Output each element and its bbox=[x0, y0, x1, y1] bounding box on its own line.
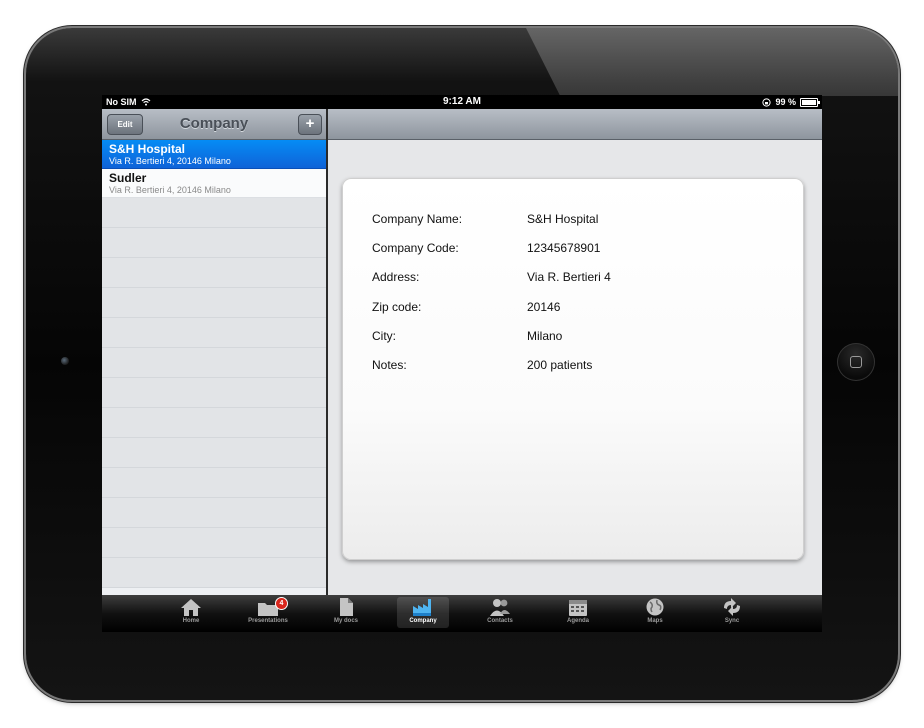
tab-my-docs[interactable]: My docs bbox=[320, 597, 372, 628]
field-label: Notes: bbox=[372, 358, 407, 372]
tab-sync[interactable]: Sync bbox=[706, 597, 758, 628]
company-name: Sudler bbox=[109, 171, 147, 185]
sync-icon bbox=[724, 598, 740, 616]
empty-row bbox=[102, 438, 326, 468]
company-list-pane: Edit Company + S&H Hospital Via R. Berti… bbox=[102, 109, 326, 595]
document-icon bbox=[340, 598, 353, 616]
tab-agenda[interactable]: Agenda bbox=[552, 597, 604, 628]
notification-badge: 4 bbox=[275, 597, 288, 610]
status-bar: No SIM 9:12 AM 99 % bbox=[102, 95, 822, 109]
company-detail-pane: Company Name: S&H Hospital Company Code:… bbox=[328, 109, 822, 595]
add-company-button[interactable]: + bbox=[298, 114, 322, 135]
master-navbar: Edit Company + bbox=[102, 109, 326, 140]
field-value: Milano bbox=[527, 329, 563, 343]
home-icon bbox=[181, 599, 201, 616]
field-value: S&H Hospital bbox=[527, 212, 599, 226]
empty-row bbox=[102, 378, 326, 408]
globe-icon bbox=[646, 598, 664, 616]
field-label: Company Name: bbox=[372, 212, 463, 226]
home-square-icon bbox=[850, 356, 862, 368]
list-item-company[interactable]: S&H Hospital Via R. Bertieri 4, 20146 Mi… bbox=[102, 140, 326, 169]
tab-contacts[interactable]: Contacts bbox=[474, 597, 526, 628]
empty-row bbox=[102, 468, 326, 498]
status-time: 9:12 AM bbox=[443, 96, 481, 107]
field-label: Company Code: bbox=[372, 241, 459, 255]
tab-label: Agenda bbox=[566, 618, 589, 624]
field-label: City: bbox=[372, 329, 396, 343]
factory-icon bbox=[413, 599, 431, 616]
tab-label: Maps bbox=[647, 618, 663, 624]
field-label: Address: bbox=[372, 270, 420, 284]
list-item-company[interactable]: Sudler Via R. Bertieri 4, 20146 Milano bbox=[102, 169, 326, 198]
company-name: S&H Hospital bbox=[109, 142, 186, 156]
tab-label: Company bbox=[409, 618, 437, 624]
camera bbox=[61, 357, 69, 365]
company-detail-card: Company Name: S&H Hospital Company Code:… bbox=[342, 178, 804, 560]
empty-row bbox=[102, 408, 326, 438]
battery-percentage: 99 % bbox=[775, 97, 796, 107]
empty-row bbox=[102, 528, 326, 558]
company-address: Via R. Bertieri 4, 20146 Milano bbox=[109, 156, 231, 166]
empty-row bbox=[102, 498, 326, 528]
home-button[interactable] bbox=[837, 343, 875, 381]
detail-navbar bbox=[328, 109, 822, 140]
tab-home[interactable]: Home bbox=[165, 597, 217, 628]
field-label: Zip code: bbox=[372, 300, 422, 314]
battery-icon bbox=[800, 97, 820, 107]
page-title: Company bbox=[179, 115, 249, 132]
empty-row bbox=[102, 288, 326, 318]
empty-row bbox=[102, 258, 326, 288]
calendar-icon bbox=[569, 600, 587, 616]
field-value: Via R. Bertieri 4 bbox=[527, 270, 611, 284]
field-value: 200 patients bbox=[527, 358, 593, 372]
rotation-lock-icon bbox=[762, 97, 772, 107]
tab-label: My docs bbox=[333, 618, 358, 624]
field-value: 12345678901 bbox=[527, 241, 601, 255]
tab-label: Home bbox=[182, 618, 200, 624]
screen-glare bbox=[526, 28, 898, 96]
contacts-icon bbox=[490, 599, 510, 616]
tab-presentations[interactable]: 4 Presentations bbox=[242, 597, 294, 628]
tab-label: Presentations bbox=[248, 618, 288, 624]
tab-maps[interactable]: Maps bbox=[629, 597, 681, 628]
tab-label: Contacts bbox=[487, 618, 513, 624]
screen: No SIM 9:12 AM 99 % Edit Company + S&H H bbox=[102, 95, 822, 632]
tab-company[interactable]: Company bbox=[397, 597, 449, 628]
empty-row bbox=[102, 558, 326, 588]
tab-bar: Home 4 Presentations My docs Company Con… bbox=[102, 595, 822, 632]
tab-label: Sync bbox=[724, 618, 740, 624]
empty-row bbox=[102, 318, 326, 348]
empty-row bbox=[102, 228, 326, 258]
company-list: S&H Hospital Via R. Bertieri 4, 20146 Mi… bbox=[102, 140, 326, 588]
empty-row bbox=[102, 198, 326, 228]
company-address: Via R. Bertieri 4, 20146 Milano bbox=[109, 185, 231, 195]
empty-row bbox=[102, 348, 326, 378]
field-value: 20146 bbox=[527, 300, 561, 314]
battery-fill bbox=[802, 99, 816, 105]
